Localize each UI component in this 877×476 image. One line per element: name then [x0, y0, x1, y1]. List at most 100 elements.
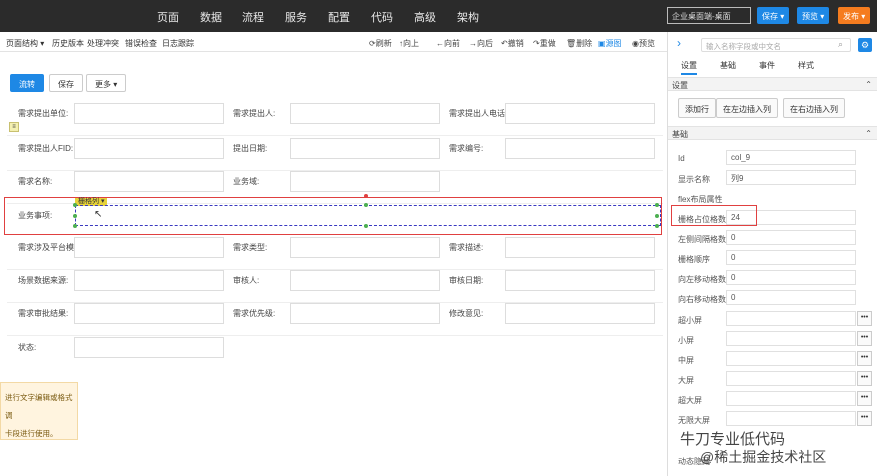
- field-input[interactable]: [505, 303, 655, 324]
- tab-basic[interactable]: 基础: [720, 60, 736, 71]
- field-input[interactable]: [74, 270, 224, 291]
- field-input[interactable]: [74, 303, 224, 324]
- eye-icon: ◉: [632, 39, 639, 48]
- field-input[interactable]: [290, 138, 440, 159]
- delete-button[interactable]: 🗑删除: [566, 38, 592, 49]
- nav-item-service[interactable]: 服务: [285, 9, 307, 25]
- resize-handle[interactable]: [655, 203, 659, 207]
- tab-settings[interactable]: 设置: [681, 60, 697, 75]
- prop-label-md: 中屏: [678, 356, 694, 365]
- nav-item-flow[interactable]: 流程: [242, 9, 264, 25]
- tab-events[interactable]: 事件: [759, 60, 775, 71]
- resolve-conflicts-button[interactable]: 处理冲突: [87, 38, 119, 49]
- more-options-icon[interactable]: •••: [857, 411, 872, 426]
- prop-input-display-name[interactable]: 列9: [726, 170, 856, 185]
- collapse-panel-icon[interactable]: ›: [677, 36, 681, 50]
- field-input[interactable]: [74, 237, 224, 258]
- field-input[interactable]: [505, 138, 655, 159]
- history-versions-button[interactable]: 历史版本: [52, 38, 84, 49]
- selected-grid-column[interactable]: [75, 205, 661, 226]
- rotate-handle[interactable]: [364, 194, 368, 198]
- field-input[interactable]: [290, 103, 440, 124]
- resize-handle[interactable]: [364, 203, 368, 207]
- insert-right-column-button[interactable]: 在右边插入列: [783, 98, 845, 118]
- form-save-button[interactable]: 保存: [49, 74, 83, 92]
- refresh-button[interactable]: ⟳刷新: [369, 38, 392, 49]
- prop-input-xs[interactable]: [726, 311, 856, 326]
- field-input[interactable]: [290, 237, 440, 258]
- save-dropdown-button[interactable]: 保存 ▾: [757, 7, 790, 24]
- submit-flow-button[interactable]: 流转: [10, 74, 44, 92]
- more-button[interactable]: 更多 ▾: [86, 74, 127, 92]
- prop-input-offset[interactable]: 0: [726, 230, 856, 245]
- prop-input-pull[interactable]: 0: [726, 270, 856, 285]
- prop-input-sm[interactable]: [726, 331, 856, 346]
- resize-handle[interactable]: [73, 214, 77, 218]
- move-backward-button[interactable]: →向后: [469, 38, 493, 49]
- field-input[interactable]: [290, 303, 440, 324]
- nav-item-architecture[interactable]: 架构: [457, 9, 479, 25]
- source-view-button[interactable]: ▣源图: [598, 38, 622, 49]
- error-check-button[interactable]: 错误检查: [125, 38, 157, 49]
- more-options-icon[interactable]: •••: [857, 391, 872, 406]
- selected-row-highlight[interactable]: 业务事项: 栅格列 ▾ ↖: [4, 194, 662, 235]
- nav-item-config[interactable]: 配置: [328, 9, 350, 25]
- page-structure-menu[interactable]: 页面结构 ▾: [6, 38, 44, 49]
- field-input[interactable]: [505, 237, 655, 258]
- resize-handle[interactable]: [73, 203, 77, 207]
- app-select[interactable]: 企业桌面端-桌面: [667, 7, 751, 24]
- nav-item-data[interactable]: 数据: [200, 9, 222, 25]
- field-label: 需求提出人FID:: [18, 144, 74, 153]
- field-label: 业务事项:: [18, 211, 53, 220]
- log-trace-button[interactable]: 日志跟踪: [162, 38, 194, 49]
- section-settings-header[interactable]: 设置 ⌃: [668, 77, 877, 91]
- resize-handle[interactable]: [73, 224, 77, 228]
- more-options-icon[interactable]: •••: [857, 351, 872, 366]
- more-options-icon[interactable]: •••: [857, 371, 872, 386]
- prop-input-xxl[interactable]: [726, 411, 856, 426]
- prop-label-push: 向右移动格数: [678, 295, 726, 304]
- field-input[interactable]: [74, 138, 224, 159]
- cursor-icon: ↖: [94, 209, 103, 220]
- field-label: 需求提出单位:: [18, 109, 69, 118]
- section-basic-header[interactable]: 基础 ⌃: [668, 126, 877, 140]
- redo-button[interactable]: ↷重做: [533, 38, 556, 49]
- nav-item-code[interactable]: 代码: [371, 9, 393, 25]
- field-input[interactable]: [290, 171, 440, 192]
- nav-item-page[interactable]: 页面: [153, 9, 183, 34]
- gear-icon[interactable]: ⚙: [858, 38, 872, 52]
- nav-item-advanced[interactable]: 高级: [414, 9, 436, 25]
- tab-style[interactable]: 样式: [798, 60, 814, 71]
- field-input[interactable]: [290, 270, 440, 291]
- prop-input-id[interactable]: col_9: [726, 150, 856, 165]
- insert-left-column-button[interactable]: 在左边插入列: [716, 98, 778, 118]
- prop-input-lg[interactable]: [726, 371, 856, 386]
- preview-dropdown-button[interactable]: 预览 ▾: [797, 7, 830, 24]
- preview-button[interactable]: ◉预览: [632, 38, 655, 49]
- move-up-button[interactable]: ↑向上: [399, 38, 419, 49]
- undo-icon: ↶: [501, 39, 508, 48]
- resize-handle[interactable]: [364, 224, 368, 228]
- more-options-icon[interactable]: •••: [857, 331, 872, 346]
- prop-input-order[interactable]: 0: [726, 250, 856, 265]
- field-input[interactable]: [505, 103, 655, 124]
- prop-input-push[interactable]: 0: [726, 290, 856, 305]
- resize-handle[interactable]: [655, 224, 659, 228]
- prop-label-order: 栅格顺序: [678, 255, 710, 264]
- property-search-input[interactable]: 输入名称字段或中文名: [701, 38, 851, 52]
- resize-handle[interactable]: [655, 214, 659, 218]
- field-input[interactable]: [505, 270, 655, 291]
- prop-input-md[interactable]: [726, 351, 856, 366]
- field-input[interactable]: [74, 171, 224, 192]
- publish-dropdown-button[interactable]: 发布 ▾: [838, 7, 871, 24]
- field-input[interactable]: [74, 337, 224, 358]
- watermark-line-2: @稀土掘金技术社区: [700, 449, 827, 465]
- row-edit-icon[interactable]: ≡: [9, 122, 19, 132]
- field-input[interactable]: [74, 103, 224, 124]
- undo-button[interactable]: ↶撤销: [501, 38, 524, 49]
- more-options-icon[interactable]: •••: [857, 311, 872, 326]
- prop-input-xl[interactable]: [726, 391, 856, 406]
- move-forward-button[interactable]: ←向前: [436, 38, 460, 49]
- add-row-button[interactable]: 添加行: [678, 98, 716, 118]
- field-label: 需求编号:: [449, 144, 484, 153]
